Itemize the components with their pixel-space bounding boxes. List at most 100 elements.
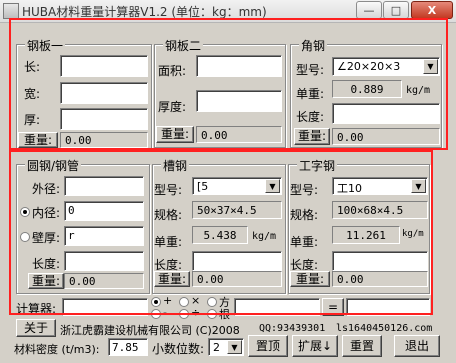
ibeam-unit-label: kg/m	[402, 229, 424, 239]
calc-divide-radio[interactable]	[179, 309, 189, 319]
pipe-inner-radio[interactable]	[20, 207, 30, 217]
angle-weight-value: 0.00	[332, 128, 440, 145]
plate1-length-input[interactable]	[60, 55, 148, 77]
ibeam-model-value: 工10	[337, 182, 362, 195]
chevron-down-icon[interactable]: ▼	[411, 179, 426, 193]
maximize-button[interactable]: □	[383, 1, 409, 19]
channel-weight-button[interactable]: 重量:	[154, 271, 190, 287]
about-button[interactable]: 关于	[16, 319, 56, 337]
angle-length-label: 长度:	[296, 110, 325, 124]
angle-unit-weight-value: 0.889	[332, 80, 402, 98]
steel-plate-1-title: 钢板一	[25, 37, 66, 54]
calc-times-radio[interactable]	[179, 297, 189, 307]
plate1-thickness-label: 厚:	[24, 113, 41, 127]
ibeam-weight-button[interactable]: 重量:	[290, 271, 330, 287]
pin-top-button[interactable]: 置顶	[248, 335, 288, 357]
angle-weight-button[interactable]: 重量:	[294, 128, 330, 145]
channel-weight-value: 0.00	[192, 271, 282, 287]
calc-plus-radio[interactable]	[151, 297, 161, 307]
pipe-length-label: 长度:	[32, 257, 61, 271]
steel-plate-2-title: 钢板二	[163, 37, 204, 54]
ibeam-unit-weight-value: 11.261	[332, 226, 400, 244]
plate1-width-label: 宽:	[24, 87, 41, 101]
ibeam-weight-value: 0.00	[332, 271, 428, 287]
channel-unit-label: kg/m	[252, 231, 277, 242]
plate2-area-input[interactable]	[196, 55, 282, 77]
channel-unit-weight-label: 单重:	[154, 235, 183, 249]
channel-title: 槽钢	[161, 157, 190, 174]
calculator-input-a[interactable]	[62, 298, 148, 316]
expand-button[interactable]: 扩展↓	[292, 335, 338, 357]
window-title: HUBA材料重量计算器V1.2 (单位：kg：mm)	[22, 5, 267, 19]
pipe-wall-radio[interactable]	[20, 232, 30, 242]
close-button[interactable]: X	[411, 1, 453, 19]
ibeam-unit-weight-label: 单重:	[290, 235, 319, 249]
angle-model-select[interactable]: ∠20×20×3 ▼	[332, 57, 440, 76]
channel-spec-value: 50×37×4.5	[192, 201, 282, 219]
calculator-result	[346, 298, 430, 316]
decimals-select[interactable]: 2 ▼	[208, 338, 244, 356]
calc-power-radio[interactable]	[207, 297, 217, 307]
app-window: HUBA材料重量计算器V1.2 (单位：kg：mm) — □ X 钢板一 长: …	[0, 0, 456, 363]
pipe-title: 圆钢/钢管	[25, 157, 82, 174]
angle-length-input[interactable]	[332, 103, 440, 124]
calc-root-label: 根	[219, 308, 230, 321]
calc-root-radio[interactable]	[207, 309, 217, 319]
channel-length-input[interactable]	[192, 251, 282, 271]
calc-minus-radio[interactable]	[151, 309, 161, 319]
ibeam-model-select[interactable]: 工10 ▼	[332, 177, 428, 195]
calculator-label: 计算器:	[16, 302, 57, 316]
pipe-length-input[interactable]	[64, 251, 144, 271]
plate1-weight-button[interactable]: 重量:	[18, 132, 58, 148]
ibeam-title: 工字钢	[297, 157, 338, 174]
ibeam-spec-label: 规格:	[290, 208, 319, 222]
chevron-down-icon[interactable]: ▼	[423, 59, 438, 74]
pipe-wall-input[interactable]: r	[64, 226, 144, 246]
plate2-weight-value: 0.00	[196, 126, 282, 143]
calculator-input-b[interactable]	[234, 298, 320, 316]
pipe-outer-label: 外径:	[32, 182, 61, 196]
plate2-thickness-label: 厚度:	[158, 100, 187, 114]
angle-model-value: ∠20×20×3	[337, 60, 401, 73]
plate1-length-label: 长:	[24, 60, 41, 74]
minimize-button[interactable]: —	[356, 1, 382, 19]
plate2-area-label: 面积:	[158, 64, 187, 78]
plate1-width-input[interactable]	[60, 82, 148, 104]
channel-spec-label: 规格:	[154, 208, 183, 222]
decimals-label: 小数位数:	[152, 342, 205, 356]
pipe-weight-value: 0.00	[64, 273, 144, 289]
pipe-outer-input[interactable]	[64, 176, 144, 196]
angle-unit-weight-label: 单重:	[296, 87, 325, 101]
exit-button[interactable]: 退出	[394, 335, 440, 357]
reset-button[interactable]: 重置	[342, 335, 382, 357]
ibeam-length-input[interactable]	[332, 251, 428, 271]
ibeam-model-label: 型号:	[290, 183, 319, 197]
pipe-inner-label: 内径:	[32, 206, 61, 220]
title-bar: HUBA材料重量计算器V1.2 (单位：kg：mm) — □ X	[0, 0, 456, 23]
channel-model-label: 型号:	[154, 183, 183, 197]
company-copyright: 浙江虎霸建设机械有限公司 (C)2008	[60, 324, 240, 337]
angle-model-label: 型号:	[296, 63, 325, 77]
ibeam-spec-value: 100×68×4.5	[332, 201, 428, 219]
plate1-thickness-input[interactable]	[60, 108, 148, 130]
plate2-weight-button[interactable]: 重量:	[156, 126, 194, 143]
decimals-value: 2	[213, 341, 220, 354]
chevron-down-icon[interactable]: ▼	[227, 340, 242, 354]
angle-steel-title: 角钢	[299, 37, 328, 54]
app-icon	[3, 3, 19, 19]
calc-divide-label: ÷	[191, 306, 201, 319]
channel-model-value: [5	[197, 180, 209, 193]
pipe-wall-label: 壁厚:	[32, 231, 61, 245]
calculator-equals-button[interactable]: =	[322, 298, 344, 316]
calc-minus-label: -	[163, 306, 167, 319]
chevron-down-icon[interactable]: ▼	[265, 179, 280, 193]
channel-unit-weight-value: 5.438	[192, 226, 248, 244]
density-input[interactable]: 7.85	[108, 338, 148, 356]
pipe-weight-button[interactable]: 重量:	[28, 273, 64, 289]
angle-unit-label: kg/m	[406, 85, 431, 96]
email-contact: ls1640450126.com	[336, 323, 433, 334]
plate2-thickness-input[interactable]	[196, 90, 282, 112]
channel-model-select[interactable]: [5 ▼	[192, 177, 282, 195]
pipe-inner-input[interactable]: 0	[64, 201, 144, 221]
density-label: 材料密度 (t/m3):	[14, 343, 100, 356]
